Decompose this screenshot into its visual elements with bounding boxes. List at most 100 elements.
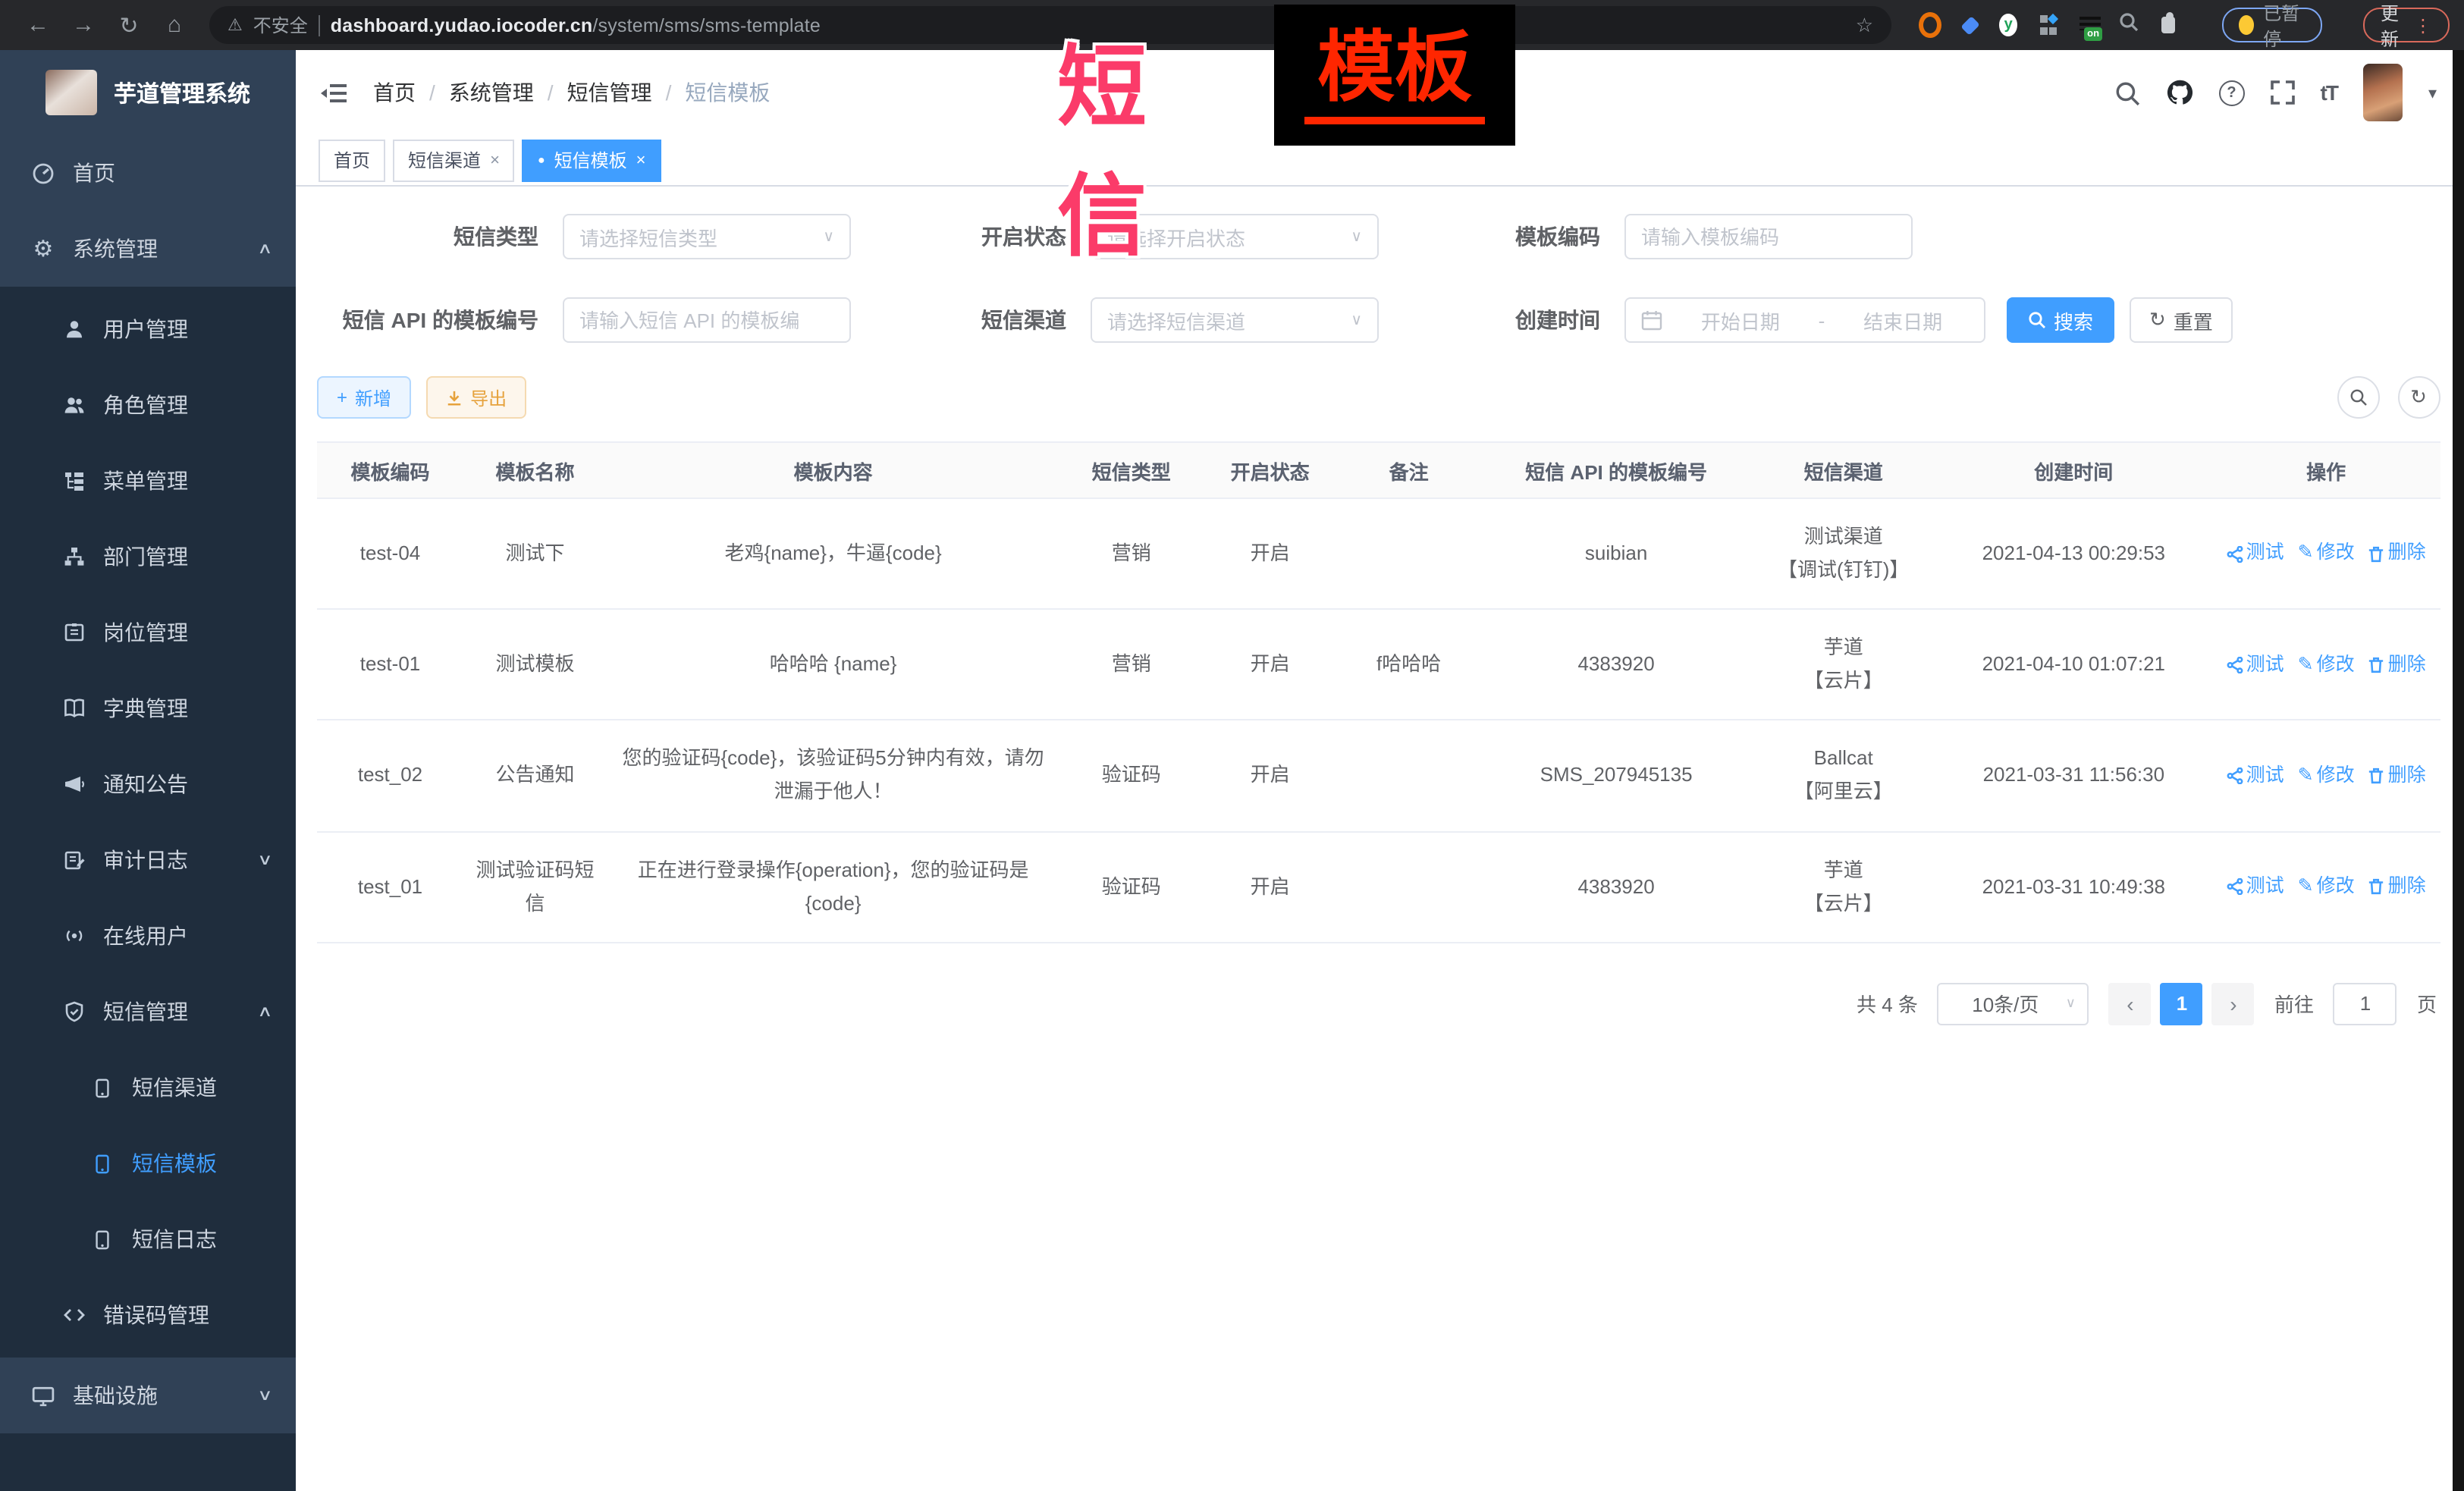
template-code-input[interactable] [1624,214,1913,259]
next-page-button[interactable]: › [2212,983,2255,1025]
search-button-label: 搜索 [2054,306,2093,334]
breadcrumb-home[interactable]: 首页 [373,77,416,108]
test-link[interactable]: 测试 [2227,538,2284,570]
extension-ring-icon[interactable] [1919,12,1941,38]
sidebar-item-sms-channel[interactable]: 短信渠道 [0,1050,296,1125]
extensions-puzzle-icon[interactable] [2161,17,2175,33]
screen: ← → ↻ ⌂ ⚠ 不安全 dashboard.yudao.iocoder.cn… [0,0,2464,1491]
refresh-button[interactable]: ↻ [2397,376,2440,419]
column-header: 开启状态 [1203,442,1337,498]
edit-link[interactable]: ✎修改 [2298,538,2355,570]
breadcrumb-system[interactable]: 系统管理 [449,77,534,108]
delete-link[interactable]: 删除 [2368,648,2426,681]
fullscreen-icon[interactable] [2271,80,2295,105]
reset-button[interactable]: ↻ 重置 [2130,297,2233,343]
edit-link[interactable]: ✎修改 [2298,760,2355,793]
chevron-down-icon: ∨ [256,852,272,868]
sidebar-item-users[interactable]: 用户管理 [0,291,296,367]
share-icon [2227,657,2243,673]
font-size-icon[interactable]: tT [2321,80,2337,105]
extension-y-icon[interactable]: y [1999,14,2017,36]
column-header: 短信类型 [1059,442,1203,498]
sidebar-item-infrastructure[interactable]: 基础设施 ∨ [0,1358,296,1433]
sidebar-item-online-users[interactable]: 在线用户 [0,898,296,974]
help-icon[interactable]: ? [2219,80,2245,105]
browser-home-icon[interactable]: ⌂ [152,12,197,38]
mobile-icon [89,1229,115,1249]
sidebar-item-sms[interactable]: 短信管理 ∧ [0,974,296,1050]
sidebar-item-sms-log[interactable]: 短信日志 [0,1201,296,1277]
edit-link[interactable]: ✎修改 [2298,871,2355,903]
github-icon[interactable] [2166,79,2193,106]
browser-reload-icon[interactable]: ↻ [106,11,152,39]
chevron-down-icon: ∨ [2066,996,2076,1012]
app-window: 芋道管理系统 首页 ⚙ 系统管理 ∧ 用户管理 [0,50,2464,1491]
sidebar-item-error-codes[interactable]: 错误码管理 [0,1277,296,1353]
cell-remark [1337,720,1480,831]
sidebar-item-audit-logs[interactable]: 审计日志 ∨ [0,822,296,898]
cell-code: test-04 [317,498,463,609]
extension-grid-icon[interactable] [2040,15,2056,35]
search-button[interactable]: 搜索 [2007,297,2114,343]
dashboard-icon [30,162,56,184]
user-avatar[interactable] [2363,64,2403,121]
profile-paused-badge[interactable]: 已暂停 [2222,8,2323,42]
cell-actions: 测试 ✎修改 删除 [2212,609,2440,720]
add-button[interactable]: + 新增 [317,376,411,419]
sidebar-item-notices[interactable]: 通知公告 [0,746,296,822]
edit-link[interactable]: ✎修改 [2298,648,2355,681]
sidebar-item-depts[interactable]: 部门管理 [0,519,296,595]
sidebar-item-home[interactable]: 首页 [0,135,296,211]
browser-update-button[interactable]: 更新 ⋮ [2364,8,2449,42]
delete-link[interactable]: 删除 [2368,538,2426,570]
search-icon[interactable] [2114,80,2140,105]
extension-gem-icon[interactable] [1960,15,1980,35]
url-domain: dashboard.yudao.iocoder.cn [331,14,593,36]
sidebar-item-roles[interactable]: 角色管理 [0,367,296,443]
cell-created: 2021-03-31 10:49:38 [1935,831,2212,942]
tab-sms-template[interactable]: ● 短信模板 × [523,139,661,181]
app-logo-row[interactable]: 芋道管理系统 [0,50,296,135]
address-bar[interactable]: ⚠ 不安全 dashboard.yudao.iocoder.cn/system/… [209,6,1891,44]
breadcrumb-sms[interactable]: 短信管理 [567,77,652,108]
export-button[interactable]: 导出 [426,376,526,419]
export-button-label: 导出 [470,385,507,410]
sms-channel-select[interactable]: 请选择短信渠道 ∨ [1091,297,1379,343]
delete-link[interactable]: 删除 [2368,871,2426,903]
close-icon[interactable]: × [490,151,500,169]
cell-channel: 测试渠道【调试(钉钉)】 [1752,498,1935,609]
close-icon[interactable]: × [636,151,646,169]
extension-magnifier-icon[interactable] [2119,11,2139,39]
breadcrumb-current: 短信模板 [685,77,770,108]
test-link[interactable]: 测试 [2227,871,2284,903]
bookmark-star-icon[interactable]: ☆ [1856,13,1873,37]
page-1-button[interactable]: 1 [2161,983,2203,1025]
sidebar-item-menus[interactable]: 菜单管理 [0,443,296,519]
sms-type-select[interactable]: 请选择短信类型 ∨ [563,214,851,259]
date-range-picker[interactable]: 开始日期 - 结束日期 [1624,297,1985,343]
sidebar-item-dicts[interactable]: 字典管理 [0,670,296,746]
test-link[interactable]: 测试 [2227,648,2284,681]
sidebar-item-posts[interactable]: 岗位管理 [0,595,296,670]
sidebar-item-sms-template[interactable]: 短信模板 [0,1125,296,1201]
extension-adblock-icon[interactable]: on [2079,16,2096,34]
delete-link[interactable]: 删除 [2368,760,2426,793]
test-link[interactable]: 测试 [2227,760,2284,793]
status-select[interactable]: 请选择开启状态 ∨ [1091,214,1379,259]
tab-sms-channel[interactable]: 短信渠道 × [393,139,515,181]
tab-home[interactable]: 首页 [319,139,385,181]
security-warning-label[interactable]: 不安全 [253,12,308,38]
sidebar-collapse-icon[interactable] [320,81,347,104]
browser-forward-icon[interactable]: → [61,12,106,38]
page-size-select[interactable]: 10条/页 ∨ [1938,983,2089,1025]
sms-type-label: 短信类型 [317,221,538,252]
goto-page-input[interactable] [2334,983,2397,1025]
api-template-input[interactable] [563,297,851,343]
browser-menu-dots-icon[interactable]: ⋮ [2414,14,2432,36]
toggle-search-button[interactable] [2337,376,2379,419]
prev-page-button[interactable]: ‹ [2109,983,2152,1025]
breadcrumb-separator: / [429,80,435,105]
caret-down-icon[interactable]: ▾ [2428,83,2437,102]
sidebar-item-system[interactable]: ⚙ 系统管理 ∧ [0,211,296,287]
browser-back-icon[interactable]: ← [15,12,61,38]
